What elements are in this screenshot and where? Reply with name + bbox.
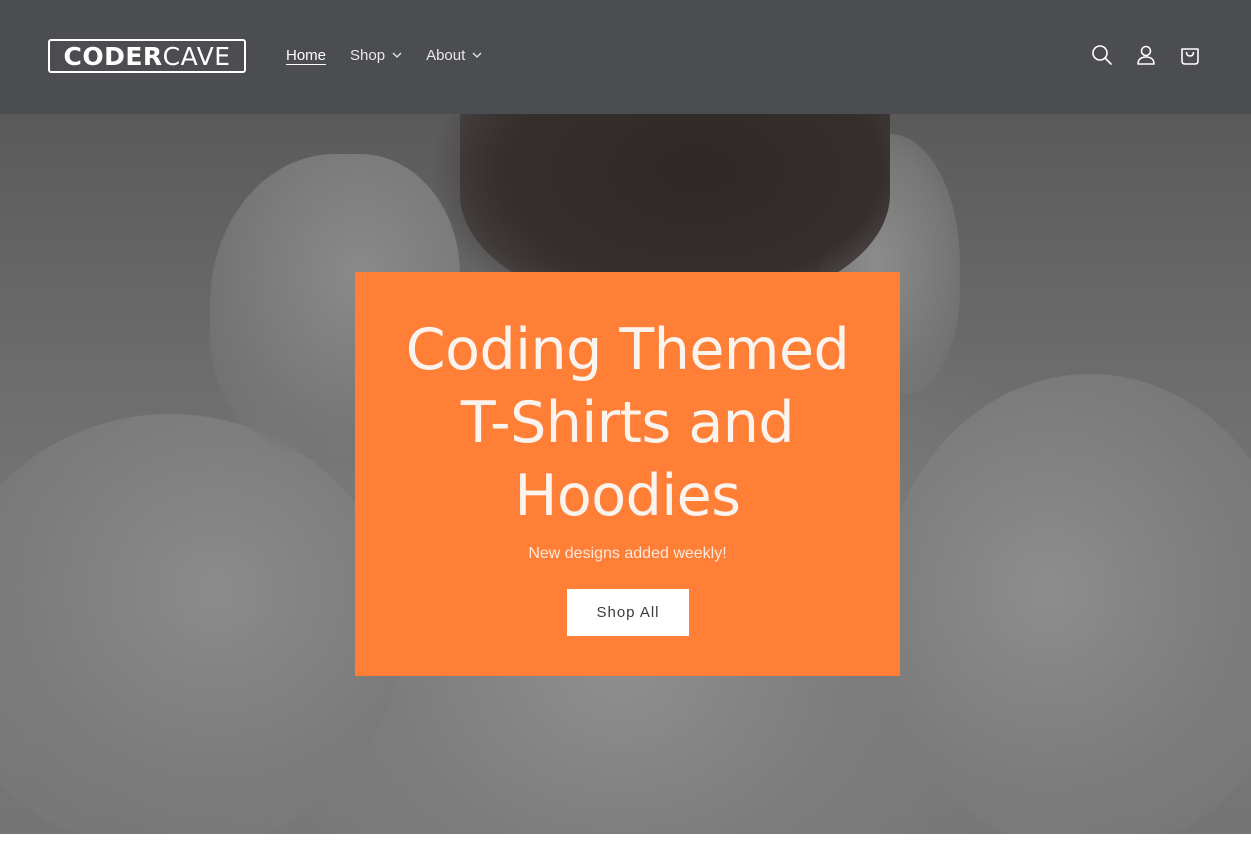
- nav-item-about[interactable]: About: [426, 47, 482, 64]
- nav-item-shop[interactable]: Shop: [350, 47, 402, 64]
- search-icon[interactable]: [1089, 42, 1115, 68]
- chevron-down-icon: [472, 52, 482, 58]
- shop-all-button[interactable]: Shop All: [567, 589, 689, 636]
- hero-banner: Coding Themed T-Shirts and Hoodies New d…: [355, 272, 900, 676]
- hero-title-line: Coding Themed: [405, 317, 850, 383]
- main-nav: Home Shop About: [286, 44, 506, 66]
- hero-title-line: T-Shirts and: [460, 390, 795, 456]
- nav-item-label: Home: [286, 46, 327, 64]
- logo-text-light: CAVE: [162, 41, 231, 71]
- hero-title: Coding Themed T-Shirts and Hoodies: [355, 314, 900, 533]
- account-icon[interactable]: [1133, 42, 1159, 68]
- nav-item-label: About: [426, 46, 466, 64]
- brand-logo[interactable]: CODER CAVE: [48, 39, 246, 73]
- chevron-down-icon: [392, 52, 402, 58]
- hero-title-line: Hoodies: [514, 463, 741, 529]
- cart-icon[interactable]: [1177, 42, 1203, 68]
- hero-image-shoulder-left: [0, 414, 400, 834]
- header-icons: [1071, 42, 1203, 68]
- site-header: CODER CAVE Home Shop About: [0, 0, 1251, 114]
- nav-item-home[interactable]: Home: [286, 47, 326, 64]
- logo-text-bold: CODER: [63, 41, 163, 71]
- hero-subtitle: New designs added weekly!: [528, 545, 727, 562]
- nav-item-label: Shop: [350, 46, 386, 64]
- hero-image-shoulder-right: [880, 374, 1251, 834]
